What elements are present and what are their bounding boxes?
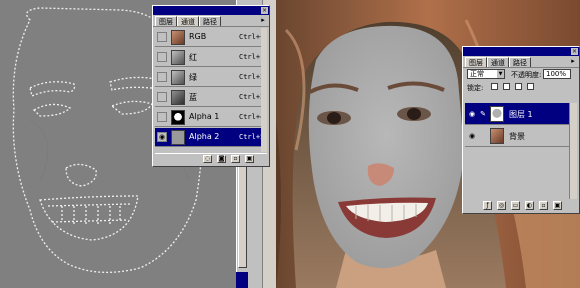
- tab-paths[interactable]: 路径: [509, 57, 531, 67]
- channel-thumbnail: [171, 110, 185, 125]
- new-layer-icon[interactable]: ▫: [539, 201, 548, 210]
- lock-transparency-checkbox[interactable]: [491, 83, 498, 90]
- lock-label: 锁定:: [467, 84, 484, 92]
- layer-thumbnail: [490, 128, 504, 144]
- layers-panel-tabs: 图层 通道 路径 ▸: [463, 56, 579, 68]
- channel-thumbnail: [171, 130, 185, 145]
- load-selection-icon[interactable]: ◌: [203, 155, 212, 163]
- channel-row[interactable]: Alpha 1 Ctrl+4: [155, 108, 267, 127]
- visibility-toggle[interactable]: [157, 112, 167, 122]
- tab-layers[interactable]: 图层: [155, 16, 177, 26]
- channel-row[interactable]: 绿 Ctrl+2: [155, 68, 267, 87]
- visibility-toggle[interactable]: [157, 32, 167, 42]
- tab-layers[interactable]: 图层: [465, 57, 487, 67]
- channel-thumbnail: [171, 50, 185, 65]
- layer-name: 背景: [509, 132, 525, 141]
- add-mask-icon[interactable]: ◎: [497, 201, 506, 210]
- layer-row[interactable]: ◉ 背景: [465, 125, 569, 147]
- visibility-toggle[interactable]: [157, 92, 167, 102]
- eye-icon[interactable]: ◉: [467, 131, 477, 141]
- new-set-icon[interactable]: ▭: [511, 201, 520, 210]
- brush-icon[interactable]: ✎: [479, 109, 487, 119]
- visibility-toggle[interactable]: [157, 72, 167, 82]
- channel-thumbnail: [171, 90, 185, 105]
- channel-name: 红: [189, 53, 197, 62]
- channel-name: Alpha 2: [189, 132, 220, 141]
- layers-scrollbar[interactable]: [569, 103, 577, 199]
- triangle-right-icon[interactable]: ▸: [259, 17, 267, 24]
- layers-panel[interactable]: × 图层 通道 路径 ▸ 正常 ▼ 不透明度: 100% 锁定: ◉ ✎ 图层 1 ◉…: [462, 46, 580, 214]
- layer-options: 正常 ▼ 不透明度: 100% 锁定:: [465, 69, 577, 99]
- chevron-down-icon: ▼: [497, 70, 504, 78]
- channel-name: 绿: [189, 73, 197, 82]
- channels-panel[interactable]: × 图层 通道 路径 ▸ RGB Ctrl+~ 红 Ctrl+1 绿 Ctrl+2 蓝 Ctr…: [152, 5, 270, 167]
- left-window-corner: [236, 272, 248, 288]
- close-icon[interactable]: ×: [571, 48, 578, 55]
- channels-bottom-bar: ◌ ◙ ▫ ▣: [155, 153, 267, 164]
- channel-name: Alpha 1: [189, 112, 220, 121]
- channel-row[interactable]: 红 Ctrl+1: [155, 48, 267, 67]
- close-icon[interactable]: ×: [261, 7, 268, 14]
- adjustment-layer-icon[interactable]: ◐: [525, 201, 534, 210]
- new-channel-icon[interactable]: ▫: [231, 155, 240, 163]
- channel-row[interactable]: 蓝 Ctrl+3: [155, 88, 267, 107]
- layer-name: 图层 1: [509, 110, 533, 119]
- channel-thumbnail: [171, 70, 185, 85]
- opacity-field[interactable]: 100%: [543, 69, 571, 79]
- opacity-label: 不透明度:: [511, 71, 542, 79]
- lock-all-checkbox[interactable]: [527, 83, 534, 90]
- visibility-toggle[interactable]: [157, 52, 167, 62]
- channels-panel-titlebar[interactable]: ×: [153, 6, 269, 15]
- tab-channels[interactable]: 通道: [177, 16, 199, 26]
- channel-row[interactable]: RGB Ctrl+~: [155, 28, 267, 47]
- lock-image-checkbox[interactable]: [503, 83, 510, 90]
- lock-position-checkbox[interactable]: [515, 83, 522, 90]
- channels-scrollbar[interactable]: [261, 28, 267, 152]
- channel-name: 蓝: [189, 93, 197, 102]
- blend-mode-select[interactable]: 正常 ▼: [467, 69, 505, 79]
- tab-paths[interactable]: 路径: [199, 16, 221, 26]
- channels-panel-tabs: 图层 通道 路径 ▸: [153, 15, 269, 27]
- link-slot[interactable]: [479, 131, 487, 141]
- save-selection-icon[interactable]: ◙: [217, 155, 226, 163]
- triangle-right-icon[interactable]: ▸: [569, 58, 577, 65]
- layer-style-icon[interactable]: ƒ: [483, 201, 492, 210]
- channel-name: RGB: [189, 32, 207, 41]
- eye-icon[interactable]: ◉: [157, 132, 167, 142]
- layer-row[interactable]: ◉ ✎ 图层 1: [465, 103, 569, 125]
- layer-thumbnail: [490, 106, 504, 122]
- blend-mode-value: 正常: [470, 70, 484, 78]
- channel-thumbnail: [171, 30, 185, 45]
- channel-row[interactable]: ◉ Alpha 2 Ctrl+5: [155, 128, 267, 147]
- tab-channels[interactable]: 通道: [487, 57, 509, 67]
- layers-panel-titlebar[interactable]: ×: [463, 47, 579, 56]
- layers-bottom-bar: ƒ ◎ ▭ ◐ ▫ ▣: [465, 200, 577, 211]
- eye-icon[interactable]: ◉: [467, 109, 477, 119]
- delete-layer-icon[interactable]: ▣: [553, 201, 562, 210]
- delete-channel-icon[interactable]: ▣: [245, 155, 254, 163]
